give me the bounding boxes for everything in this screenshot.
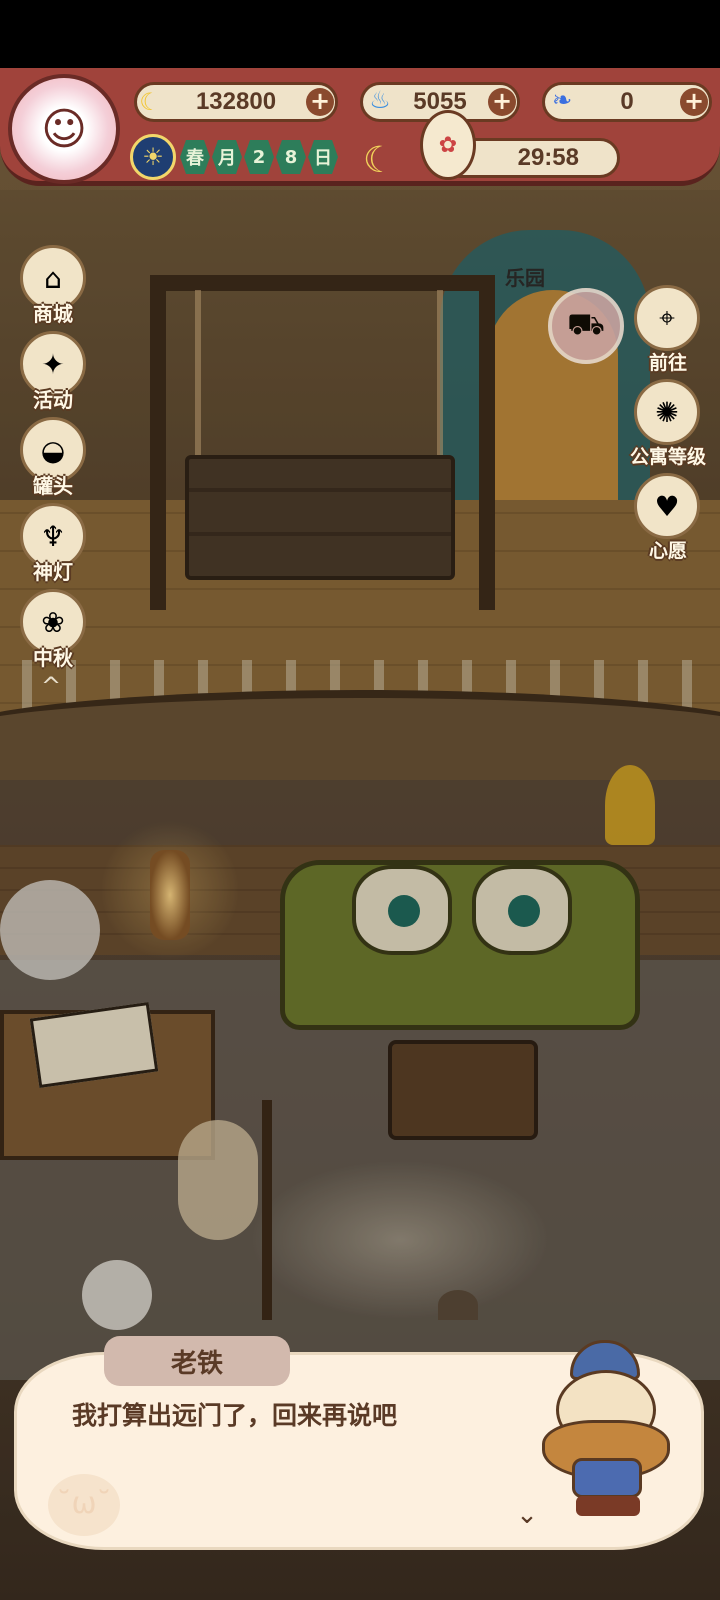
map-pin-icon: ⌖ (634, 285, 700, 351)
speaker-portrait (542, 1340, 672, 1520)
season-cell: 春 (180, 140, 210, 174)
menu-can[interactable]: ◒ 罐头 (8, 417, 98, 503)
season-cell: 月 (212, 140, 242, 174)
banana-value: 132800 (195, 88, 277, 115)
feather-add-button[interactable]: + (680, 88, 708, 116)
menu-apartment-level[interactable]: ✺ 公寓等级 (618, 379, 718, 473)
menu-mid-autumn[interactable]: ❀ 中秋 (8, 589, 98, 675)
banana-add-button[interactable]: + (306, 88, 334, 116)
banana-icon: ☾ (139, 88, 161, 116)
collapse-menu-icon[interactable]: ^ (36, 672, 66, 702)
menu-label: 神灯 (33, 560, 73, 584)
timer-value: 29:58 (517, 144, 579, 171)
blue-feather-icon: ❧ (551, 86, 573, 114)
menu-label: 心愿 (648, 540, 687, 562)
menu-go[interactable]: ⌖ 前往 (618, 285, 718, 379)
car-icon[interactable]: ⛟ (548, 288, 624, 364)
menu-wish[interactable]: ♥ 心愿 (618, 473, 718, 567)
day-night-icon: ☀ (130, 134, 176, 180)
menu-event[interactable]: ✦ 活动 (8, 331, 98, 417)
status-bar-area (0, 0, 720, 68)
season-cell: 2 (244, 140, 274, 174)
season-cell: 8 (276, 140, 306, 174)
season-date[interactable]: ☀ 春 月 2 8 日 (130, 134, 350, 180)
cat-watermark-icon: ˘ω˘ (48, 1474, 120, 1536)
right-menu: ⌖ 前往 ✺ 公寓等级 ♥ 心愿 (618, 285, 718, 567)
menu-label: 公寓等级 (629, 446, 706, 468)
player-avatar[interactable]: ☺ (8, 74, 120, 184)
menu-shop[interactable]: ⌂ 商城 (8, 245, 98, 331)
speaker-body (572, 1458, 642, 1498)
menu-label: 商城 (33, 302, 73, 326)
season-cell: 日 (308, 140, 338, 174)
timer-bird-icon: ✿ (420, 110, 476, 180)
menu-label: 活动 (33, 388, 73, 412)
speaker-feet (576, 1496, 640, 1516)
apartment-level-icon: ✺ (634, 379, 700, 445)
wish-heart-icon: ♥ (634, 473, 700, 539)
flame-add-button[interactable]: + (488, 88, 516, 116)
blue-flame-icon: ♨ (369, 86, 391, 114)
menu-label: 中秋 (33, 646, 73, 670)
chevron-down-icon[interactable]: ⌄ (510, 1500, 544, 1530)
left-menu: ⌂ 商城 ✦ 活动 ◒ 罐头 ♆ 神灯 ❀ 中秋 (8, 245, 100, 675)
dialog-text: 我打算出远门了，回来再说吧 (72, 1401, 398, 1430)
menu-label: 前往 (648, 352, 687, 374)
feather-value: 0 (620, 88, 634, 115)
moon-icon: ☾ (362, 140, 396, 181)
speaker-nameplate: 老铁 (104, 1336, 290, 1386)
top-hud: ☺ 132800 ☾ + 5055 ♨ + 0 ❧ + ☀ 春 月 2 8 日 … (0, 68, 720, 198)
menu-magic-lamp[interactable]: ♆ 神灯 (8, 503, 98, 589)
speaker-name: 老铁 (170, 1348, 223, 1379)
menu-label: 罐头 (33, 474, 73, 498)
